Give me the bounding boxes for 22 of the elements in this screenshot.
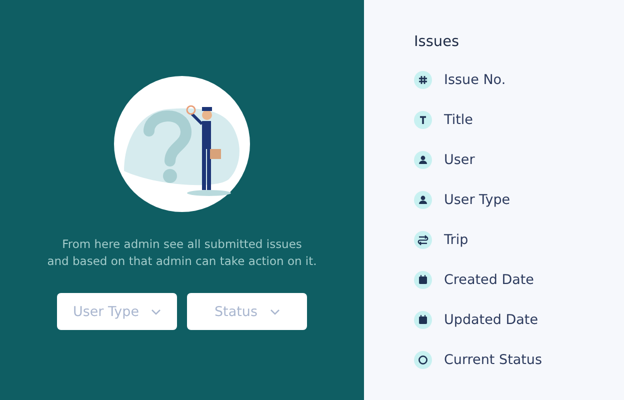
calendar-icon [414, 271, 432, 289]
field-label: Current Status [444, 352, 542, 368]
field-label: Title [444, 112, 473, 128]
calendar-icon [414, 311, 432, 329]
route-icon [414, 231, 432, 249]
chevron-down-icon [151, 308, 162, 314]
chevron-down-icon [270, 308, 280, 314]
filter-dropdown[interactable]: Status [187, 293, 307, 330]
status-icon [414, 351, 432, 369]
field-label: User [444, 152, 475, 168]
field-label: Created Date [444, 272, 534, 288]
field-label: Trip [444, 232, 468, 248]
section-title: Issues [414, 34, 460, 50]
text-icon [414, 111, 432, 129]
field-label: Updated Date [444, 312, 538, 328]
field-label: Issue No. [444, 72, 506, 88]
description-text: From here admin see all submitted issues and based on that admin can take action on it. [47, 236, 317, 270]
user-icon [414, 191, 432, 209]
hash-icon [414, 71, 432, 89]
filter-dropdown[interactable]: User Type [57, 293, 177, 330]
field-label: User Type [444, 192, 510, 208]
user-icon [414, 151, 432, 169]
